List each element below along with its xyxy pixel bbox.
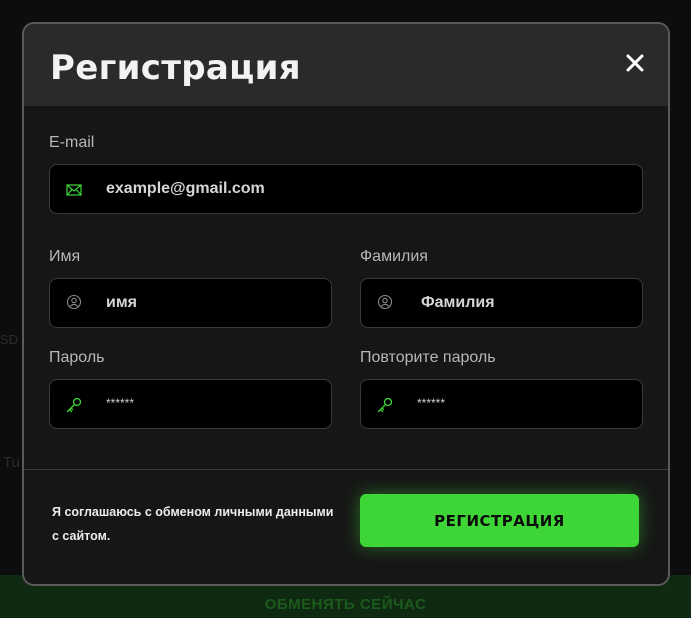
- consent-text: Я соглашаюсь с обменом личными данными с…: [52, 505, 334, 543]
- registration-modal: Регистрация E-mail example@gmail.com Имя…: [22, 22, 670, 586]
- last-name-label: Фамилия: [360, 248, 428, 265]
- key-icon: [66, 397, 82, 413]
- register-button[interactable]: РЕГИСТРАЦИЯ: [360, 494, 639, 547]
- first-name-field[interactable]: имя: [49, 278, 332, 328]
- password-repeat-label: Повторите пароль: [360, 349, 496, 366]
- divider: [24, 469, 668, 470]
- modal-title: Регистрация: [50, 48, 301, 88]
- first-name-value: имя: [106, 294, 138, 311]
- email-field[interactable]: example@gmail.com: [49, 164, 643, 214]
- email-label: E-mail: [49, 134, 95, 151]
- background-text-fragment: Tu: [3, 454, 20, 471]
- last-name-field[interactable]: Фамилия: [360, 278, 643, 328]
- key-icon: [377, 397, 393, 413]
- user-icon: [66, 294, 82, 310]
- last-name-value: Фамилия: [421, 294, 495, 311]
- background-text-fragment: SD: [0, 332, 19, 347]
- first-name-label: Имя: [49, 248, 81, 265]
- password-repeat-field[interactable]: ******: [360, 379, 643, 429]
- modal-header: Регистрация: [24, 24, 668, 106]
- close-icon: [626, 54, 644, 72]
- email-value: example@gmail.com: [106, 180, 265, 197]
- user-icon: [377, 294, 393, 310]
- background-cta-button: ОБМЕНЯТЬ СЕЙЧАС: [264, 596, 427, 613]
- password-label: Пароль: [49, 349, 105, 366]
- password-field[interactable]: ******: [49, 379, 332, 429]
- mail-icon: [66, 184, 82, 196]
- password-value: ******: [106, 396, 135, 410]
- close-button[interactable]: [622, 50, 648, 76]
- password-repeat-value: ******: [417, 396, 446, 410]
